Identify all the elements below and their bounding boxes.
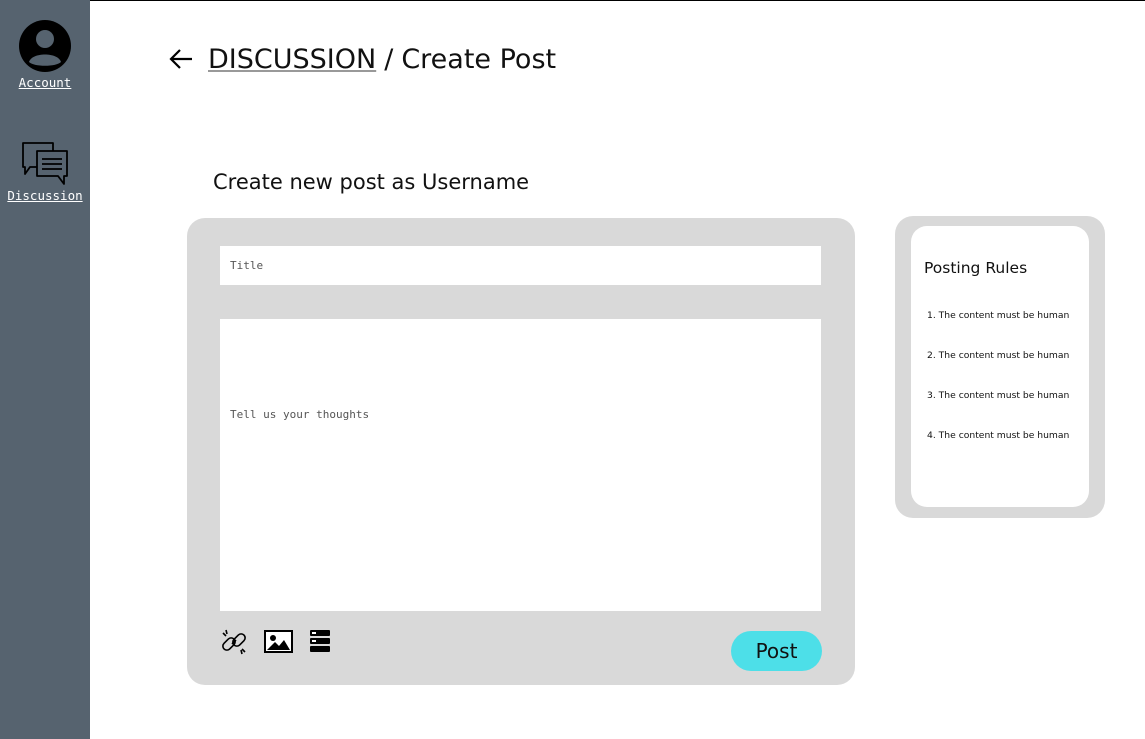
breadcrumb-separator: /	[384, 43, 394, 75]
sidebar-item-label[interactable]: Account	[0, 75, 90, 90]
page-title: Create Post	[401, 43, 557, 75]
title-input[interactable]	[220, 246, 821, 285]
sidebar-item-label[interactable]: Discussion	[0, 188, 90, 203]
top-border	[0, 0, 1145, 1]
breadcrumb: DISCUSSION / Create Post	[168, 40, 556, 78]
sidebar-item-account[interactable]: Account	[0, 19, 90, 90]
posting-rules-card: Posting Rules 1. The content must be hum…	[911, 226, 1089, 507]
chat-bubbles-icon	[22, 142, 68, 185]
rule-item: 2. The content must be human	[927, 350, 1070, 361]
rule-item: 3. The content must be human	[927, 390, 1070, 401]
sidebar: Account Discussion	[0, 0, 90, 739]
posting-rules-title: Posting Rules	[924, 259, 1028, 277]
body-textarea[interactable]	[220, 319, 821, 611]
account-circle-icon	[19, 20, 71, 72]
create-post-card: Post	[187, 218, 855, 685]
posting-rules-panel: Posting Rules 1. The content must be hum…	[895, 216, 1105, 518]
posting-rules-list: 1. The content must be human 2. The cont…	[927, 310, 1069, 470]
rule-item: 4. The content must be human	[927, 430, 1070, 441]
link-icon[interactable]	[220, 628, 248, 656]
sidebar-item-discussion[interactable]: Discussion	[0, 140, 90, 203]
arrow-left-icon[interactable]	[168, 48, 194, 70]
rule-item: 1. The content must be human	[927, 310, 1070, 321]
image-icon[interactable]	[264, 629, 293, 654]
create-post-heading: Create new post as Username	[213, 170, 530, 194]
breadcrumb-discussion-link[interactable]: DISCUSSION	[208, 44, 376, 75]
post-button[interactable]: Post	[731, 631, 822, 671]
format-icon[interactable]	[310, 630, 330, 652]
